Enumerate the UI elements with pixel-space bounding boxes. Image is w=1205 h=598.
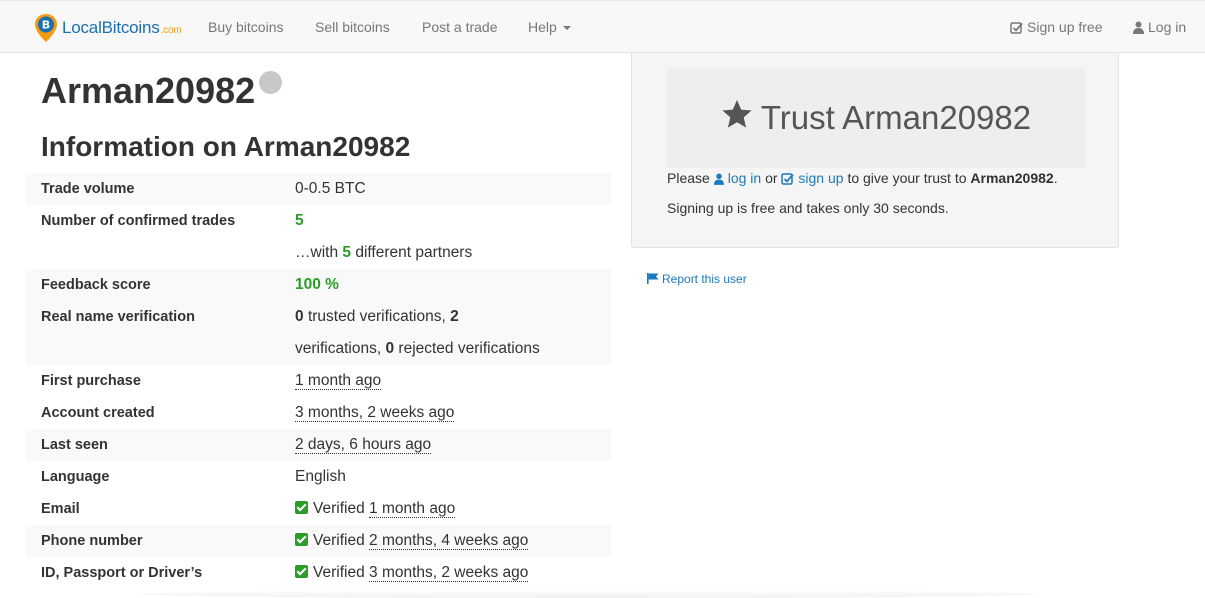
email-verified-time[interactable]: 1 month ago — [369, 500, 456, 518]
table-row-account-created: Account created 3 months, 2 weeks ago — [26, 397, 611, 429]
row-label: Number of confirmed trades — [41, 213, 236, 229]
top-navbar: B LocalBitcoins.com Buy bitcoins Sell bi… — [0, 0, 1205, 53]
row-label: Language — [41, 469, 110, 485]
nav-buy-bitcoins[interactable]: Buy bitcoins — [208, 19, 283, 35]
table-row-trade-volume: Trade volume 0-0.5 BTC — [26, 173, 611, 205]
row-label: Trade volume — [41, 181, 135, 197]
login-label: Log in — [1148, 19, 1187, 35]
trust-panel: Trust Arman20982 Please log in or sign u… — [631, 53, 1119, 248]
nav-post-trade[interactable]: Post a trade — [422, 19, 498, 35]
table-row-last-seen: Last seen 2 days, 6 hours ago — [26, 429, 611, 461]
verifications-count: 2 — [450, 308, 459, 325]
check-square-icon — [295, 565, 308, 578]
check-square-icon — [295, 501, 308, 514]
trade-volume-value: 0-0.5 BTC — [295, 180, 366, 197]
table-row-first-purchase: First purchase 1 month ago — [26, 365, 611, 397]
row-label: Feedback score — [41, 277, 151, 293]
row-label: First purchase — [41, 373, 141, 389]
table-row-id-document: ID, Passport or Driver’s Verified 3 mont… — [26, 557, 611, 589]
report-user-link[interactable]: Report this user — [647, 272, 747, 287]
trust-heading: Trust Arman20982 — [667, 68, 1085, 168]
check-square-icon — [1010, 21, 1023, 37]
email-status: Verified — [313, 500, 365, 517]
brand-suffix: .com — [160, 25, 182, 36]
feedback-score-value: 100 % — [295, 276, 339, 293]
trust-box: Trust Arman20982 — [667, 68, 1085, 168]
row-label: Email — [41, 501, 80, 517]
check-square-icon — [295, 533, 308, 546]
trust-instruction: Please log in or sign up to give your tr… — [667, 170, 1058, 188]
online-status-indicator — [259, 71, 282, 94]
row-label: Phone number — [41, 533, 143, 549]
user-icon — [1133, 21, 1144, 37]
language-value: English — [295, 468, 346, 485]
account-created-time[interactable]: 3 months, 2 weeks ago — [295, 404, 455, 422]
table-row-confirmed-trades: Number of confirmed trades 5 …with 5 dif… — [26, 205, 611, 269]
signup-free-note: Signing up is free and takes only 30 sec… — [667, 200, 949, 216]
brand-name: LocalBitcoins — [62, 18, 160, 37]
phone-status: Verified — [313, 532, 365, 549]
row-label: Last seen — [41, 437, 108, 453]
nav-help-dropdown[interactable]: Help — [528, 19, 571, 35]
rejected-count: 0 — [385, 340, 395, 357]
info-title: Information on Arman20982 — [41, 131, 411, 162]
table-row-real-name: Real name verification 0 trusted verific… — [26, 301, 611, 365]
table-row-language: Language English — [26, 461, 611, 493]
user-icon — [713, 172, 724, 188]
row-label: Real name verification — [41, 309, 195, 325]
trust-heading-text: Trust Arman20982 — [760, 99, 1032, 136]
info-table: Trade volume 0-0.5 BTC Number of confirm… — [26, 173, 611, 589]
trusted-count: 0 — [295, 308, 304, 325]
bitcoin-pin-icon: B — [34, 13, 58, 43]
flag-icon — [647, 273, 659, 287]
nav-help-label: Help — [528, 19, 557, 35]
first-purchase-time[interactable]: 1 month ago — [295, 372, 382, 390]
trust-username: Arman20982 — [970, 170, 1054, 186]
nav-sell-bitcoins[interactable]: Sell bitcoins — [315, 19, 390, 35]
trust-signup-link[interactable]: sign up — [781, 170, 844, 188]
caret-down-icon — [562, 26, 571, 31]
profile-username: Arman20982 — [41, 70, 256, 111]
brand-logo[interactable]: B LocalBitcoins.com — [34, 11, 182, 45]
scroll-shadow — [140, 590, 1040, 598]
signup-label: Sign up free — [1027, 19, 1103, 35]
partners-count: 5 — [342, 244, 352, 261]
star-icon — [721, 99, 753, 138]
id-status: Verified — [313, 564, 365, 581]
login-button[interactable]: Log in — [1133, 19, 1186, 37]
partners-text: …with 5 different partners — [295, 244, 473, 261]
phone-verified-time[interactable]: 2 months, 4 weeks ago — [369, 532, 529, 550]
check-square-icon — [781, 172, 795, 188]
trust-login-link[interactable]: log in — [713, 170, 761, 188]
table-row-feedback: Feedback score 100 % — [26, 269, 611, 301]
table-row-email: Email Verified 1 month ago — [26, 493, 611, 525]
confirmed-trades-value: 5 — [295, 212, 304, 229]
id-verified-time[interactable]: 3 months, 2 weeks ago — [369, 564, 529, 582]
signup-button[interactable]: Sign up free — [1010, 19, 1103, 37]
table-row-phone: Phone number Verified 2 months, 4 weeks … — [26, 525, 611, 557]
row-label: ID, Passport or Driver’s — [41, 565, 203, 581]
row-label: Account created — [41, 405, 155, 421]
last-seen-time[interactable]: 2 days, 6 hours ago — [295, 436, 432, 454]
svg-text:B: B — [42, 19, 50, 32]
